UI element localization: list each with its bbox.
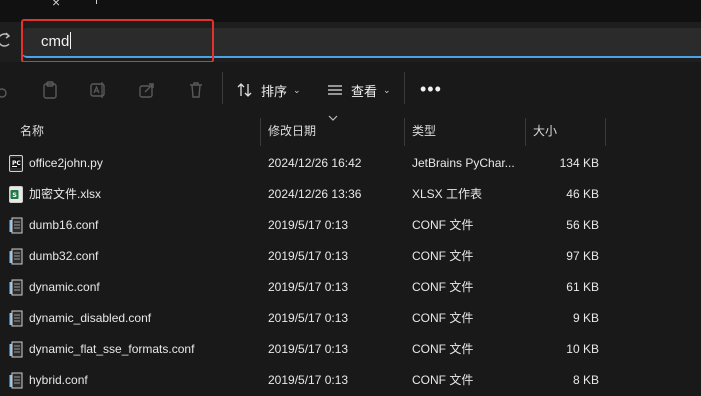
more-options-icon[interactable]: ••• (420, 79, 442, 100)
conf-file-icon (9, 372, 23, 389)
file-row[interactable]: dynamic_disabled.conf 2019/5/17 0:13 CON… (0, 303, 701, 334)
address-row: cmd (0, 22, 701, 62)
file-type: CONF 文件 (412, 280, 474, 294)
svg-text:PC: PC (12, 160, 21, 167)
address-input[interactable]: cmd (22, 28, 701, 58)
new-tab-icon[interactable] (96, 0, 97, 4)
file-modified: 2019/5/17 0:13 (268, 311, 349, 325)
column-header-size[interactable]: 大小 (533, 118, 557, 146)
share-icon[interactable] (137, 80, 157, 100)
conf-file-icon (9, 279, 23, 296)
file-row[interactable]: dumb16.conf 2019/5/17 0:13 CONF 文件 56 KB (0, 210, 701, 241)
file-type: XLSX 工作表 (412, 187, 483, 201)
delete-icon[interactable] (186, 80, 206, 100)
file-row[interactable]: S 加密文件.xlsx 2024/12/26 13:36 XLSX 工作表 46… (0, 179, 701, 210)
file-type: CONF 文件 (412, 249, 474, 263)
sort-button-label: 排序 (261, 83, 288, 99)
chevron-down-icon: ⌄ (383, 84, 391, 95)
file-name: dynamic.conf (29, 280, 100, 294)
tab-strip: × (0, 0, 701, 22)
file-size: 61 KB (566, 280, 599, 294)
file-name: 加密文件.xlsx (29, 187, 102, 201)
file-row[interactable]: dumb32.conf 2019/5/17 0:13 CONF 文件 97 KB (0, 241, 701, 272)
file-type: CONF 文件 (412, 373, 474, 387)
file-name: dynamic_disabled.conf (29, 311, 152, 325)
pycharm-file-icon: PC (9, 155, 23, 172)
svg-text:S: S (12, 191, 17, 199)
paste-icon[interactable] (40, 80, 60, 100)
column-divider[interactable] (260, 118, 261, 146)
view-button-label: 查看 (351, 83, 378, 99)
column-header-name[interactable]: 名称 (20, 118, 44, 146)
file-type: CONF 文件 (412, 311, 474, 325)
file-modified: 2019/5/17 0:13 (268, 373, 349, 387)
file-name: dumb32.conf (29, 249, 99, 263)
file-row[interactable]: dynamic.conf 2019/5/17 0:13 CONF 文件 61 K… (0, 272, 701, 303)
file-size: 8 KB (572, 373, 599, 387)
file-size: 9 KB (572, 311, 599, 325)
file-name: dumb16.conf (29, 218, 99, 232)
file-name: office2john.py (29, 156, 103, 170)
address-input-value: cmd (41, 33, 70, 50)
view-icon (328, 85, 342, 95)
close-tab-icon[interactable]: × (52, 0, 60, 10)
toolbar-separator (404, 72, 405, 104)
file-size: 10 KB (566, 342, 599, 356)
file-modified: 2024/12/26 16:42 (268, 156, 362, 170)
conf-file-icon (9, 217, 23, 234)
rename-icon[interactable] (88, 80, 108, 100)
column-divider[interactable] (525, 118, 526, 146)
file-modified: 2019/5/17 0:13 (268, 249, 349, 263)
conf-file-icon (9, 341, 23, 358)
text-caret (70, 32, 72, 49)
refresh-icon[interactable] (0, 31, 12, 49)
file-name: dynamic_flat_sse_formats.conf (29, 342, 195, 356)
file-modified: 2024/12/26 13:36 (268, 187, 362, 201)
file-size: 46 KB (566, 187, 599, 201)
sort-button[interactable]: 排序 ⌄ (237, 78, 301, 102)
cut-icon[interactable] (0, 80, 12, 100)
file-type: JetBrains PyChar... (412, 156, 515, 170)
column-header: 名称 修改日期 类型 大小 (0, 115, 701, 146)
conf-file-icon (9, 248, 23, 265)
spreadsheet-file-icon: S (9, 186, 23, 203)
file-modified: 2019/5/17 0:13 (268, 218, 349, 232)
column-divider[interactable] (605, 118, 606, 146)
file-name: hybrid.conf (29, 373, 88, 387)
conf-file-icon (9, 310, 23, 327)
sort-indicator-icon (328, 115, 338, 121)
file-size: 97 KB (566, 249, 599, 263)
sort-icon (237, 83, 252, 97)
toolbar-separator (222, 72, 223, 104)
chevron-down-icon: ⌄ (293, 84, 301, 95)
file-modified: 2019/5/17 0:13 (268, 280, 349, 294)
file-size: 134 KB (559, 156, 599, 170)
command-toolbar: 排序 ⌄ 查看 ⌄ ••• (0, 62, 701, 118)
file-row[interactable]: dynamic_flat_sse_formats.conf 2019/5/17 … (0, 334, 701, 365)
column-header-modified[interactable]: 修改日期 (268, 118, 316, 146)
file-type: CONF 文件 (412, 342, 474, 356)
file-row[interactable]: PC office2john.py 2024/12/26 16:42 JetBr… (0, 148, 701, 179)
file-type: CONF 文件 (412, 218, 474, 232)
view-button[interactable]: 查看 ⌄ (327, 78, 391, 102)
column-header-type[interactable]: 类型 (412, 118, 436, 146)
file-modified: 2019/5/17 0:13 (268, 342, 349, 356)
file-row[interactable]: hybrid.conf 2019/5/17 0:13 CONF 文件 8 KB (0, 365, 701, 396)
column-divider[interactable] (404, 118, 405, 146)
file-size: 56 KB (566, 218, 599, 232)
